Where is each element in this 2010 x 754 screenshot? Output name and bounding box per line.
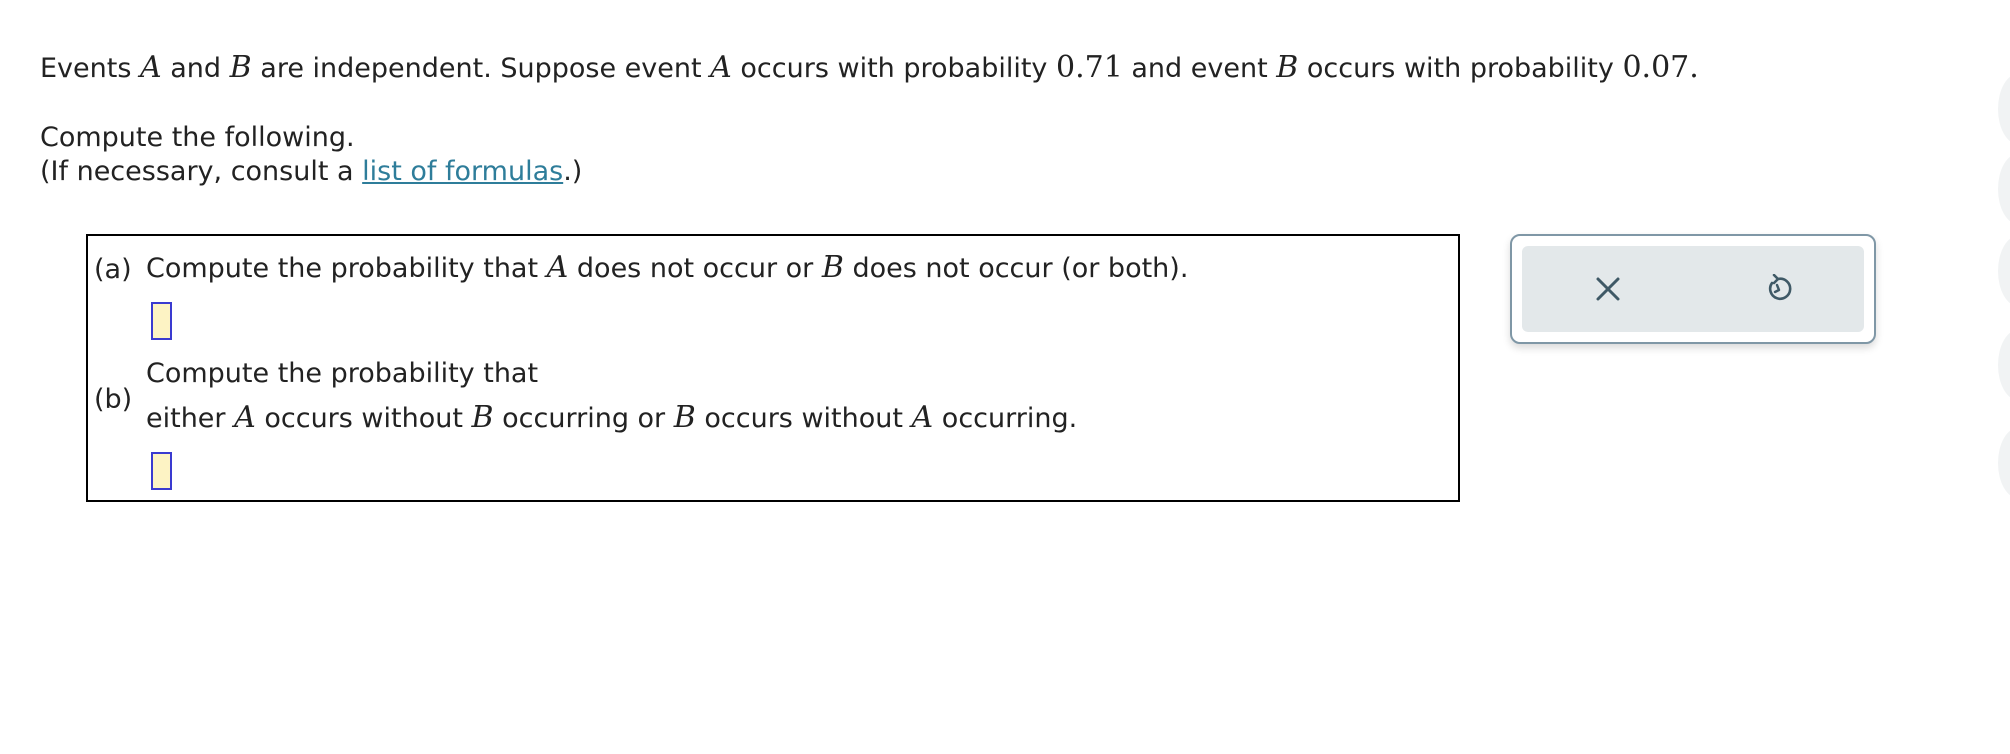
text-segment: occurs without (695, 403, 912, 434)
text-segment: and event (1122, 53, 1277, 84)
text-segment: are independent. Suppose event (251, 53, 711, 84)
math-variable: A (234, 400, 256, 435)
side-tab-3[interactable] (1998, 236, 2010, 306)
instructions: Compute the following. (If necessary, co… (40, 121, 582, 189)
instruction-text: Compute the following. (40, 122, 355, 153)
part-b-label: (b) (94, 384, 133, 415)
math-number: 0.07. (1622, 50, 1699, 85)
toolbar-panel (1522, 246, 1864, 332)
side-tab-1[interactable] (1998, 74, 2010, 144)
part-a-answer-input[interactable] (151, 302, 172, 340)
text-segment: and (161, 53, 230, 84)
math-variable: A (710, 50, 732, 85)
part-b-text-line2: either A occurs without B occurring or B… (146, 400, 1077, 435)
undo-icon (1768, 274, 1792, 301)
text-segment: occurs without (255, 403, 472, 434)
side-tab-4[interactable] (1998, 330, 2010, 400)
math-variable: B (229, 50, 252, 85)
part-a-text: Compute the probability that A does not … (146, 250, 1188, 285)
math-variable: B (673, 400, 696, 435)
text-segment: occurring. (933, 403, 1078, 434)
math-variable: A (911, 400, 934, 435)
math-variable: A (546, 250, 569, 285)
math-variable: B (1276, 50, 1299, 85)
question-box: (a) Compute the probability that A does … (86, 234, 1460, 502)
math-number: 0.71 (1056, 50, 1123, 85)
text-segment: does not occur (or both). (843, 253, 1189, 284)
undo-button[interactable] (1758, 269, 1798, 309)
part-b-text-line1: Compute the probability that (146, 358, 539, 389)
clear-button[interactable] (1588, 269, 1628, 309)
side-tab-2[interactable] (1998, 154, 2010, 224)
consult-prefix: (If necessary, consult a (40, 156, 363, 187)
consult-suffix: .) (563, 156, 583, 187)
part-b-answer-input[interactable] (151, 452, 172, 490)
answer-toolbar (1510, 234, 1876, 344)
text-segment: Compute the probability that (146, 253, 547, 284)
consult-line: (If necessary, consult a list of formula… (40, 155, 582, 189)
text-segment: occurs with probability (1298, 53, 1623, 84)
part-a-label: (a) (94, 254, 132, 285)
math-variable: B (821, 250, 844, 285)
text-segment: either (146, 403, 235, 434)
math-variable: B (471, 400, 494, 435)
text-segment: Events (40, 53, 140, 84)
text-segment: occurs with probability (731, 53, 1056, 84)
side-tab-5[interactable] (1998, 428, 2010, 498)
close-icon (1596, 277, 1620, 301)
math-variable: A (140, 50, 162, 85)
text-segment: occurring or (493, 403, 674, 434)
problem-statement: Events A and B are independent. Suppose … (40, 50, 1699, 85)
formulas-link[interactable]: list of formulas (362, 156, 563, 187)
text-segment: does not occur or (568, 253, 822, 284)
